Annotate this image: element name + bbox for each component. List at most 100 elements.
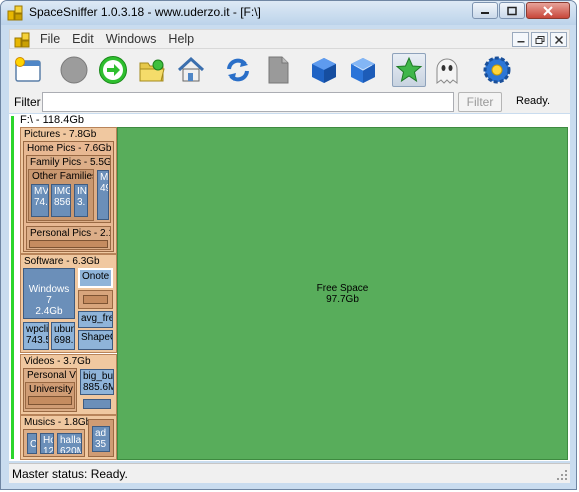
subfolder-block[interactable] bbox=[28, 396, 72, 405]
home-icon bbox=[177, 56, 205, 82]
gear-flower-icon bbox=[483, 56, 511, 84]
folder-software-sub[interactable] bbox=[78, 290, 113, 309]
close-icon bbox=[543, 5, 553, 16]
home-button[interactable] bbox=[174, 53, 208, 87]
minimize-icon bbox=[517, 40, 524, 42]
treemap-view[interactable]: F:\ - 118.4Gb Pictures - 7.8Gb Home Pics… bbox=[9, 114, 570, 461]
free-space-label: Free Space bbox=[316, 283, 369, 294]
toolbar bbox=[9, 49, 570, 91]
scan-status: Ready. bbox=[516, 95, 551, 107]
ghost-button[interactable] bbox=[430, 53, 464, 87]
drive-label: F:\ - 118.4Gb bbox=[20, 114, 84, 126]
stop-button[interactable] bbox=[57, 53, 91, 87]
filter-button[interactable]: Filter bbox=[458, 92, 502, 112]
folder-label: Software - 6.3Gb bbox=[24, 256, 100, 267]
file-tile[interactable]: IN 3. bbox=[74, 184, 88, 217]
file-tile[interactable]: M 49 bbox=[97, 170, 109, 220]
go-button[interactable] bbox=[96, 53, 130, 87]
child-restore-button[interactable] bbox=[531, 32, 548, 47]
refresh-icon bbox=[227, 58, 249, 82]
folder-label: Videos - 3.7Gb bbox=[24, 356, 91, 367]
file-tile[interactable]: IMG 856 bbox=[51, 184, 71, 217]
folder-label: Pictures - 7.8Gb bbox=[24, 129, 97, 140]
refresh-button[interactable] bbox=[221, 53, 255, 87]
filter-input[interactable] bbox=[42, 92, 454, 112]
folder-label: Musics - 1.8Gb bbox=[24, 417, 92, 428]
title-bar[interactable]: SpaceSniffer 1.0.3.18 - www.uderzo.it - … bbox=[1, 1, 576, 25]
app-window: SpaceSniffer 1.0.3.18 - www.uderzo.it - … bbox=[0, 0, 577, 490]
folder-family-pics[interactable]: Family Pics - 5.5Gb Other Families MV 74… bbox=[26, 155, 111, 223]
document-icon bbox=[268, 56, 289, 84]
file-tile[interactable]: MV 74.5 bbox=[31, 184, 49, 217]
maximize-button[interactable] bbox=[499, 2, 525, 19]
file-button[interactable] bbox=[261, 53, 295, 87]
file-tile[interactable] bbox=[83, 399, 111, 409]
minimize-icon bbox=[481, 11, 489, 14]
child-minimize-button[interactable] bbox=[512, 32, 529, 47]
close-button[interactable] bbox=[526, 2, 570, 19]
folder-icon bbox=[139, 59, 165, 82]
file-big-buck[interactable]: big_buc 885.6M bbox=[80, 369, 114, 395]
zoom-in-button[interactable] bbox=[307, 53, 341, 87]
file-wpclip[interactable]: wpclip 743.5 bbox=[23, 322, 49, 350]
file-ubuntu[interactable]: ubuntu 698.8 bbox=[51, 322, 75, 350]
folder-videos[interactable]: Videos - 3.7Gb Personal Video University… bbox=[20, 354, 117, 415]
folder-personal-pics[interactable]: Personal Pics - 2.1G bbox=[26, 226, 111, 250]
filter-label: Filter bbox=[14, 95, 41, 109]
new-window-button[interactable] bbox=[11, 53, 45, 87]
status-bar: Master status: Ready. bbox=[9, 463, 570, 483]
free-space-size: 97.7Gb bbox=[326, 294, 359, 305]
minimize-button[interactable] bbox=[472, 2, 498, 19]
file-shapec[interactable]: ShapeC bbox=[78, 330, 113, 350]
stop-icon bbox=[60, 56, 88, 84]
star-icon bbox=[395, 56, 423, 83]
browse-folder-button[interactable] bbox=[135, 53, 169, 87]
subfolder-block[interactable] bbox=[29, 240, 108, 248]
free-space-block[interactable]: Free Space 97.7Gb bbox=[117, 127, 568, 460]
file-windows-7[interactable]: Windows 7 2.4Gb bbox=[23, 268, 75, 319]
cube-outline-icon bbox=[351, 58, 375, 83]
folder-software[interactable]: Software - 6.3Gb Windows 7 2.4Gb Onote a… bbox=[20, 254, 117, 353]
new-window-icon bbox=[15, 57, 41, 82]
child-close-button[interactable] bbox=[550, 32, 567, 47]
maximize-icon bbox=[507, 6, 517, 15]
file-onote[interactable]: Onote bbox=[78, 268, 113, 288]
folder-other-families[interactable]: Other Families MV 74.5 IMG 856 IN 3. bbox=[28, 169, 94, 221]
menu-windows[interactable]: Windows bbox=[100, 32, 163, 46]
menu-file[interactable]: File bbox=[34, 32, 66, 46]
close-icon bbox=[554, 35, 563, 44]
menu-help[interactable]: Help bbox=[162, 32, 200, 46]
file-tile[interactable]: Ho 12 bbox=[40, 433, 54, 454]
folder-university[interactable]: University L bbox=[25, 382, 75, 409]
filter-bar: Filter Filter Ready. bbox=[9, 91, 570, 113]
file-tile[interactable]: C bbox=[27, 433, 37, 454]
window-title: SpaceSniffer 1.0.3.18 - www.uderzo.it - … bbox=[29, 5, 261, 19]
menu-edit[interactable]: Edit bbox=[66, 32, 100, 46]
folder-personal-video[interactable]: Personal Video University L bbox=[23, 368, 77, 412]
file-tile[interactable]: ad 35 bbox=[92, 426, 110, 452]
subfolder-block[interactable] bbox=[83, 295, 108, 304]
folder-label: Other Families bbox=[32, 171, 94, 182]
settings-button[interactable] bbox=[480, 53, 514, 87]
status-indicator-bar bbox=[11, 116, 14, 459]
go-arrow-icon bbox=[99, 56, 127, 84]
folder-musics[interactable]: Musics - 1.8Gb C Ho 12 halla 620M ad 35 bbox=[20, 415, 117, 460]
file-tile[interactable]: halla 620M bbox=[57, 433, 82, 454]
master-status: Master status: Ready. bbox=[12, 467, 128, 481]
favorites-button[interactable] bbox=[392, 53, 426, 87]
folder-musics-sub[interactable]: C Ho 12 halla 620M bbox=[23, 429, 85, 457]
ghost-icon bbox=[436, 58, 458, 84]
menu-bar: File Edit Windows Help bbox=[9, 29, 570, 49]
zoom-out-button[interactable] bbox=[346, 53, 380, 87]
app-logo-icon bbox=[14, 32, 30, 48]
folder-pictures[interactable]: Pictures - 7.8Gb Home Pics - 7.6Gb Famil… bbox=[20, 127, 117, 254]
folder-label: Personal Video bbox=[27, 370, 76, 381]
folder-musics-sub2[interactable]: ad 35 bbox=[88, 419, 114, 457]
folder-label: Home Pics - 7.6Gb bbox=[27, 143, 112, 154]
folder-home-pics[interactable]: Home Pics - 7.6Gb Family Pics - 5.5Gb Ot… bbox=[23, 141, 114, 252]
app-logo-icon bbox=[7, 5, 23, 21]
resize-grip-icon[interactable] bbox=[556, 469, 568, 481]
folder-label: University L bbox=[29, 384, 74, 395]
file-avg-free[interactable]: avg_free bbox=[78, 311, 113, 328]
folder-label: Family Pics - 5.5Gb bbox=[30, 157, 111, 168]
